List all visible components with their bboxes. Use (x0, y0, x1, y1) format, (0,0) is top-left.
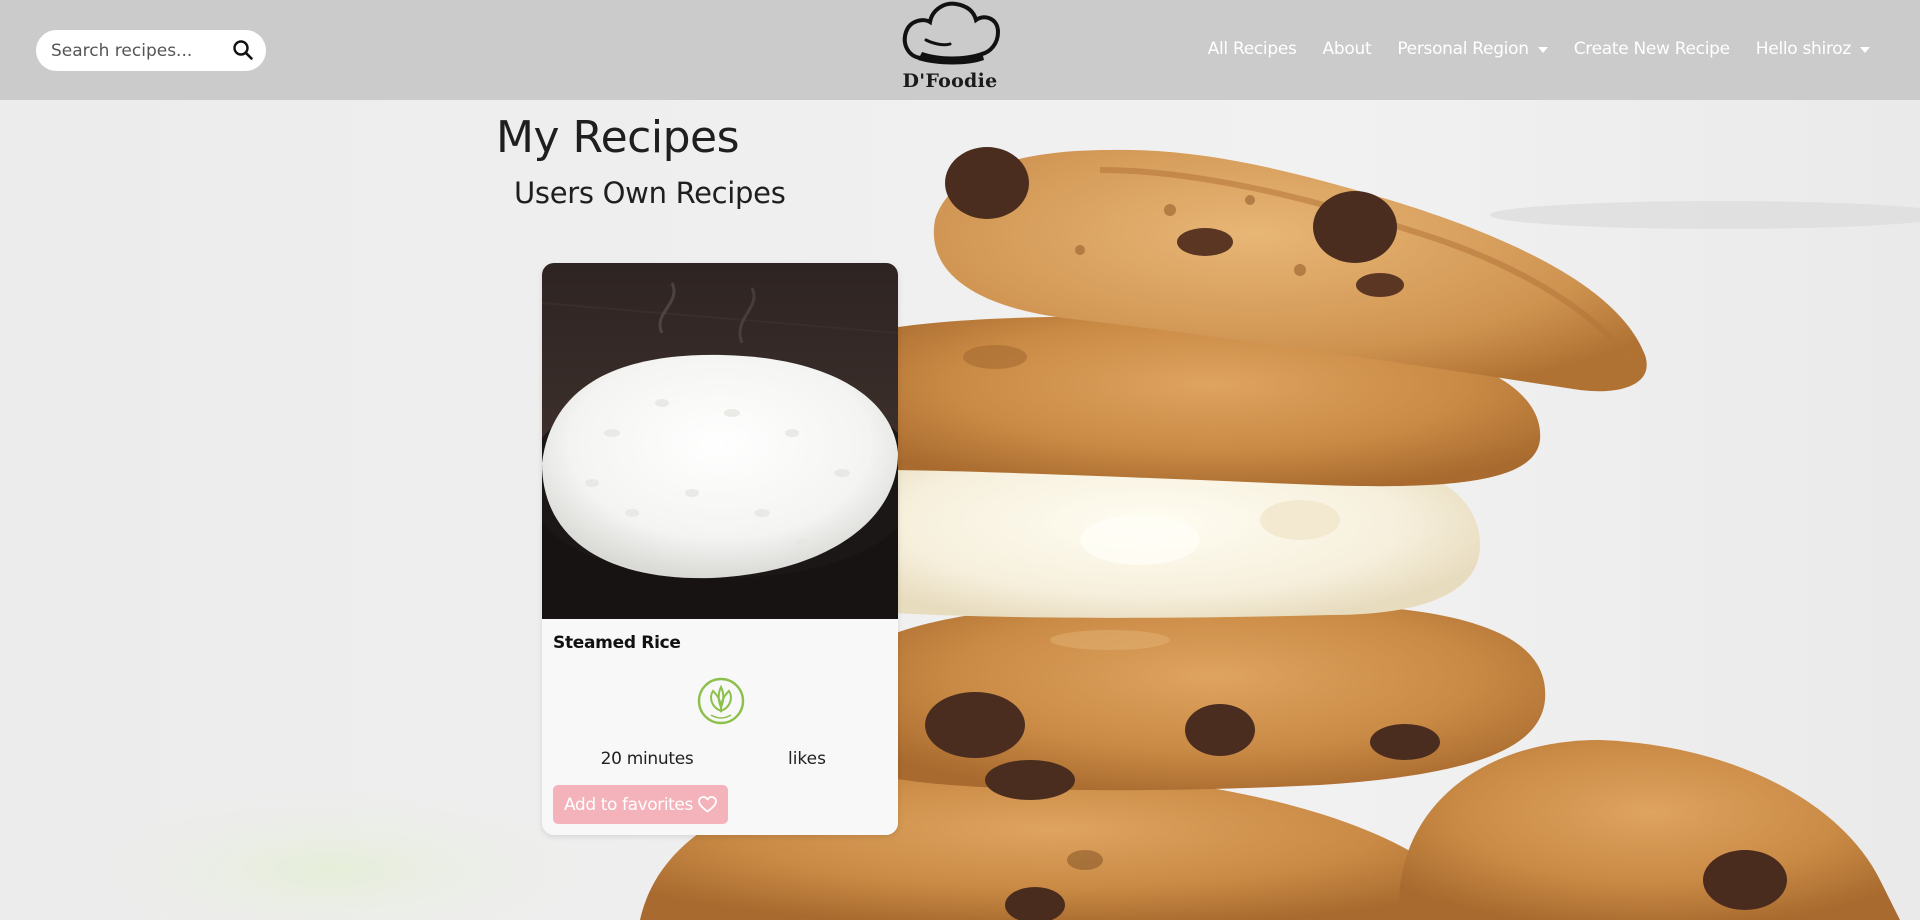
top-navbar: D'Foodie All Recipes About Personal Regi… (0, 0, 1920, 100)
caret-down-icon (1860, 47, 1870, 53)
nav-all-recipes[interactable]: All Recipes (1208, 39, 1297, 59)
recipe-card[interactable]: Steamed Rice 20 minutes likes Add to fav… (542, 263, 898, 835)
logo-text: D'Foodie (902, 70, 998, 92)
background-image (0, 0, 1920, 920)
search-box (36, 30, 266, 71)
nav-menu: All Recipes About Personal Region Create… (1182, 39, 1870, 59)
section-title: Users Own Recipes (514, 176, 786, 210)
nav-personal-region-label: Personal Region (1397, 39, 1529, 59)
add-to-favorites-button[interactable]: Add to favorites (553, 785, 728, 824)
page-title: My Recipes (496, 112, 740, 163)
cookie-stack-illustration (40, 147, 1920, 920)
search-input[interactable] (49, 37, 228, 65)
site-logo[interactable]: D'Foodie (898, 0, 1008, 96)
vegan-icon (697, 677, 745, 725)
recipe-image[interactable] (542, 263, 898, 619)
caret-down-icon (1537, 47, 1548, 53)
chef-hat-icon (902, 1, 1001, 65)
nav-create-new-recipe[interactable]: Create New Recipe (1574, 39, 1730, 59)
recipe-name: Steamed Rice (553, 633, 681, 653)
nav-all-recipes-label: All Recipes (1207, 39, 1297, 59)
nav-about-label: About (1322, 39, 1372, 59)
nav-user-dropdown[interactable]: Hello shiroz (1756, 39, 1870, 59)
nav-create-new-recipe-label: Create New Recipe (1573, 39, 1730, 59)
search-icon[interactable] (232, 39, 254, 61)
nav-user-greeting: Hello shiroz (1755, 39, 1852, 59)
recipe-likes: likes (787, 749, 826, 769)
recipe-cook-time: 20 minutes (600, 749, 694, 769)
add-to-favorites-label: Add to favorites (564, 794, 693, 815)
nav-personal-region-dropdown[interactable]: Personal Region (1397, 39, 1548, 59)
heart-icon (698, 796, 717, 813)
nav-about[interactable]: About (1323, 39, 1372, 59)
